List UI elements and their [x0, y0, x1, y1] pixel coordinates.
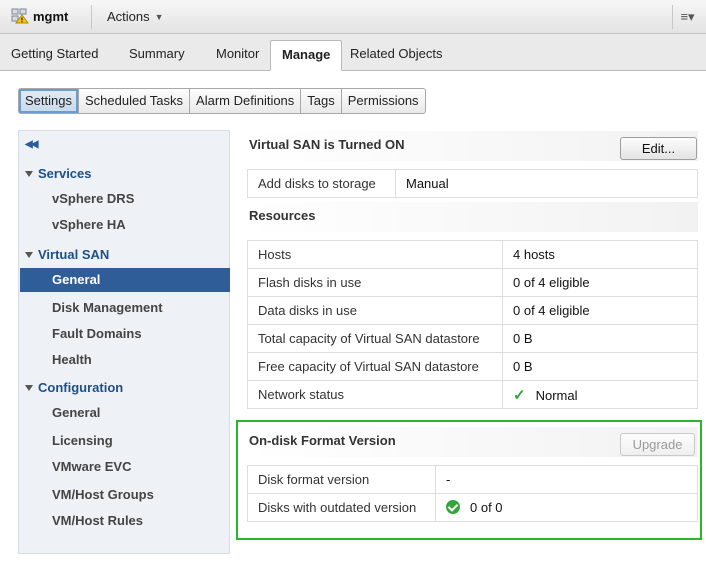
- resource-label: Free capacity of Virtual SAN datastore: [247, 352, 503, 381]
- tab-monitor[interactable]: Monitor: [216, 46, 259, 61]
- resources-table: Hosts 4 hosts Flash disks in use 0 of 4 el…: [247, 240, 698, 409]
- resource-value: 4 hosts: [502, 240, 698, 269]
- main-tabs: Getting Started Summary Monitor Manage R…: [0, 34, 706, 71]
- expand-triangle-icon: [25, 171, 33, 177]
- table-row: Hosts 4 hosts: [247, 240, 698, 269]
- actions-label: Actions: [107, 9, 150, 24]
- subtab-alarm-definitions[interactable]: Alarm Definitions: [190, 89, 302, 113]
- on-disk-format-table: Disk format version - Disks with outdated…: [247, 465, 698, 522]
- sidebar-group-label: Configuration: [38, 380, 124, 395]
- tab-related-objects[interactable]: Related Objects: [350, 46, 443, 61]
- resources-title: Resources: [247, 202, 698, 232]
- resource-label: Network status: [247, 380, 503, 409]
- sidebar-item-vmware-evc[interactable]: VMware EVC: [20, 455, 230, 479]
- resource-label: Hosts: [247, 240, 503, 269]
- vsan-status-section: Virtual SAN is Turned ON Edit... Add dis…: [247, 131, 698, 198]
- sidebar-group-label: Services: [38, 166, 92, 181]
- outdated-disks-value: 0 of 0: [435, 493, 698, 522]
- sidebar-item-vsan-general[interactable]: General: [20, 268, 230, 292]
- add-disks-label: Add disks to storage: [247, 169, 396, 198]
- actions-menu[interactable]: Actions ▼: [107, 9, 164, 24]
- sidebar-item-disk-management[interactable]: Disk Management: [20, 296, 230, 320]
- resource-value: 0 B: [502, 352, 698, 381]
- cluster-warning-icon: [11, 8, 29, 24]
- expand-triangle-icon: [25, 252, 33, 258]
- object-titlebar: mgmt Actions ▼ ≡▾: [0, 0, 706, 34]
- subtab-tags[interactable]: Tags: [301, 89, 342, 113]
- ok-status-icon: [446, 500, 460, 515]
- sidebar-item-vm-host-rules[interactable]: VM/Host Rules: [20, 509, 230, 533]
- sidebar-group-configuration[interactable]: Configuration: [25, 380, 123, 395]
- checkmark-icon: ✓: [513, 386, 526, 404]
- resource-value: 0 B: [502, 324, 698, 353]
- disk-format-label: Disk format version: [247, 465, 436, 494]
- divider: [91, 5, 92, 29]
- vsan-settings-table: Add disks to storage Manual: [247, 169, 698, 198]
- table-row: Free capacity of Virtual SAN datastore 0 …: [247, 352, 698, 381]
- expand-triangle-icon: [25, 385, 33, 391]
- sidebar-item-health[interactable]: Health: [20, 348, 230, 372]
- table-row: Network status ✓ Normal: [247, 380, 698, 409]
- settings-sidebar: ◀◀ Services vSphere DRS vSphere HA Virtu…: [18, 130, 230, 554]
- tab-summary[interactable]: Summary: [129, 46, 185, 61]
- add-disks-value: Manual: [395, 169, 698, 198]
- tab-manage[interactable]: Manage: [270, 40, 343, 71]
- sidebar-group-services[interactable]: Services: [25, 166, 92, 181]
- on-disk-format-section: On-disk Format Version Upgrade Disk form…: [247, 427, 698, 522]
- table-row: Add disks to storage Manual: [247, 169, 698, 198]
- table-row: Data disks in use 0 of 4 eligible: [247, 296, 698, 325]
- tab-getting-started[interactable]: Getting Started: [11, 46, 98, 61]
- subtab-permissions[interactable]: Permissions: [342, 89, 425, 113]
- object-name: mgmt: [33, 9, 69, 24]
- table-row: Flash disks in use 0 of 4 eligible: [247, 268, 698, 297]
- resources-section: Resources Hosts 4 hosts Flash disks in us…: [247, 202, 698, 409]
- subtab-settings[interactable]: Settings: [19, 89, 79, 113]
- sidebar-item-licensing[interactable]: Licensing: [20, 429, 230, 453]
- sidebar-item-vsphere-ha[interactable]: vSphere HA: [20, 213, 230, 237]
- table-row: Disks with outdated version 0 of 0: [247, 493, 698, 522]
- list-menu-icon[interactable]: ≡▾: [672, 5, 702, 29]
- outdated-disks-count: 0 of 0: [470, 499, 503, 515]
- settings-subtabs: Settings Scheduled Tasks Alarm Definitio…: [18, 88, 426, 114]
- upgrade-button[interactable]: Upgrade: [620, 433, 695, 456]
- subtab-scheduled-tasks[interactable]: Scheduled Tasks: [79, 89, 191, 113]
- resource-label: Flash disks in use: [247, 268, 503, 297]
- sidebar-group-virtual-san[interactable]: Virtual SAN: [25, 247, 109, 262]
- resource-value: 0 of 4 eligible: [502, 296, 698, 325]
- resource-value: 0 of 4 eligible: [502, 268, 698, 297]
- network-status-text: Normal: [535, 387, 578, 403]
- sidebar-item-config-general[interactable]: General: [20, 401, 230, 425]
- collapse-sidebar-icon[interactable]: ◀◀: [25, 139, 38, 150]
- disk-format-value: -: [435, 465, 698, 494]
- resource-label: Data disks in use: [247, 296, 503, 325]
- sidebar-group-label: Virtual SAN: [38, 247, 110, 262]
- sidebar-item-vm-host-groups[interactable]: VM/Host Groups: [20, 483, 230, 507]
- sidebar-item-vsphere-drs[interactable]: vSphere DRS: [20, 187, 230, 211]
- network-status-value: ✓ Normal: [502, 380, 698, 409]
- manage-content: Settings Scheduled Tasks Alarm Definitio…: [0, 71, 706, 569]
- table-row: Disk format version -: [247, 465, 698, 494]
- chevron-down-icon: ▼: [154, 12, 164, 22]
- resource-label: Total capacity of Virtual SAN datastore: [247, 324, 503, 353]
- edit-button[interactable]: Edit...: [620, 137, 697, 160]
- sidebar-item-fault-domains[interactable]: Fault Domains: [20, 322, 230, 346]
- outdated-disks-label: Disks with outdated version: [247, 493, 436, 522]
- table-row: Total capacity of Virtual SAN datastore 0…: [247, 324, 698, 353]
